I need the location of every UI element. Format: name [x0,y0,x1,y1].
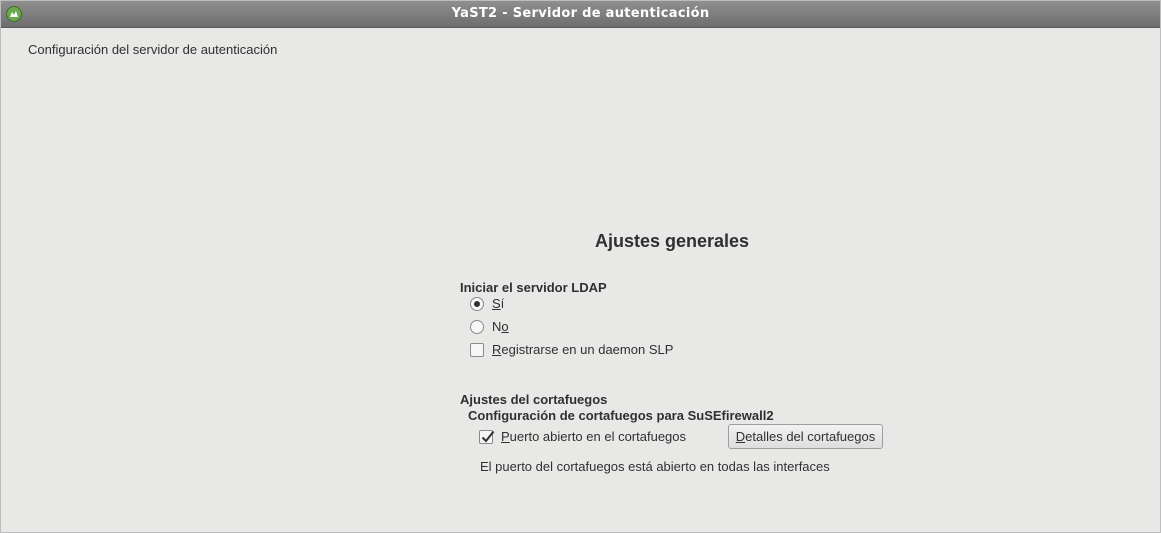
open-port-label: Puerto abierto en el cortafuegos [501,429,687,444]
yast-window: YaST2 - Servidor de autenticación Config… [0,0,1161,533]
ldap-start-yes-radio[interactable]: Sí [470,296,504,311]
title-bar[interactable]: YaST2 - Servidor de autenticación [1,1,1160,28]
module-header: Configuración del servidor de autenticac… [28,42,278,57]
ldap-start-yes-label: Sí [492,296,505,311]
section-title: Ajustes generales [594,231,750,251]
register-slp-label: Registrarse en un daemon SLP [492,342,674,357]
firewall-subgroup-label: Configuración de cortafuegos para SuSEfi… [468,408,774,423]
checkmark-icon [481,430,495,443]
checkbox-box-checked[interactable] [479,429,495,444]
firewall-details-button[interactable]: Detalles del cortafuegos [728,424,883,449]
radio-selected-indicator[interactable] [470,296,484,311]
ldap-start-no-label: No [492,319,509,334]
checkbox-box[interactable] [470,342,484,357]
radio-unselected-indicator[interactable] [470,319,484,334]
register-slp-checkbox[interactable]: Registrarse en un daemon SLP [470,342,673,357]
open-port-checkbox[interactable]: Puerto abierto en el cortafuegos [479,429,686,444]
firewall-status-text: El puerto del cortafuegos está abierto e… [480,459,830,474]
ldap-group-label: Iniciar el servidor LDAP [460,280,607,295]
window-title: YaST2 - Servidor de autenticación [451,6,710,21]
ldap-start-no-radio[interactable]: No [470,319,509,334]
firewall-group-label: Ajustes del cortafuegos [460,392,608,407]
